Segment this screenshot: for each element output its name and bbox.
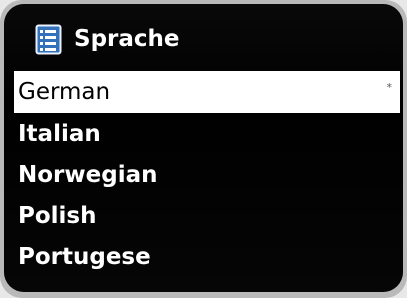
language-label: Polish: [18, 202, 97, 229]
language-item-italian[interactable]: Italian: [14, 113, 400, 154]
language-label: Norwegian: [18, 161, 158, 188]
display-screen: Sprache German * Italian Norwegian Polis…: [4, 4, 403, 292]
page-title: Sprache: [74, 26, 180, 52]
language-item-portugese[interactable]: Portugese: [14, 236, 400, 277]
language-list: German * Italian Norwegian Polish Portug…: [14, 71, 400, 277]
list-menu-icon: [35, 24, 62, 54]
selected-marker: *: [386, 81, 393, 94]
language-item-german[interactable]: German *: [14, 71, 400, 113]
language-item-polish[interactable]: Polish: [14, 195, 400, 236]
language-label: German: [18, 79, 111, 105]
language-item-norwegian[interactable]: Norwegian: [14, 154, 400, 195]
language-label: Italian: [18, 120, 101, 147]
language-label: Portugese: [18, 243, 151, 270]
menu-header: Sprache: [4, 4, 403, 66]
